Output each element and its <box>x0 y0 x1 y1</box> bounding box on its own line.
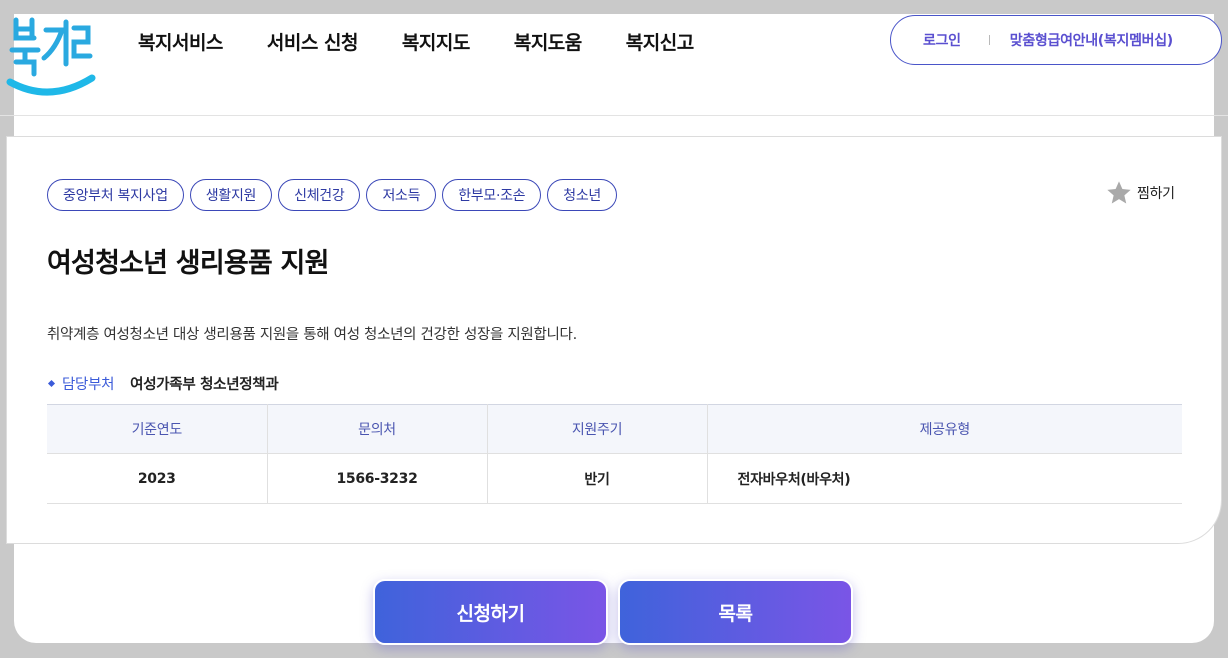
apply-button[interactable]: 신청하기 <box>373 579 608 645</box>
tag-central-ministry[interactable]: 중앙부처 복지사업 <box>47 179 184 211</box>
wish-button[interactable]: 찜하기 <box>1105 179 1175 207</box>
nav-welfare-help[interactable]: 복지도움 <box>514 28 582 55</box>
header-base-year: 기준연도 <box>47 404 268 454</box>
main-nav: 복지서비스 서비스 신청 복지지도 복지도움 복지신고 <box>138 28 738 55</box>
service-title: 여성청소년 생리용품 지원 <box>47 248 329 279</box>
service-description: 취약계층 여성청소년 대상 생리용품 지원을 통해 여성 청소년의 건강한 성장… <box>47 327 577 343</box>
cell-base-year: 2023 <box>47 453 268 504</box>
category-tags: 중앙부처 복지사업 생활지원 신체건강 저소득 한부모·조손 청소년 <box>47 179 618 211</box>
header-support-cycle: 지원주기 <box>487 404 708 454</box>
header-provision-type: 제공유형 <box>707 404 1182 454</box>
table-row: 2023 1566-3232 반기 전자바우처(바우처) <box>47 453 1182 504</box>
membership-link[interactable]: 맞춤형급여안내(복지멤버십) <box>1010 30 1173 50</box>
tag-physical-health[interactable]: 신체건강 <box>278 179 361 211</box>
bullet-icon <box>47 379 56 388</box>
nav-welfare-services[interactable]: 복지서비스 <box>138 28 223 55</box>
cell-provision-type: 전자바우처(바우처) <box>707 453 1182 504</box>
star-icon <box>1107 181 1131 204</box>
nav-welfare-map[interactable]: 복지지도 <box>402 28 470 55</box>
utility-menu: 로그인 맞춤형급여안내(복지멤버십) <box>890 15 1222 65</box>
tag-living-support[interactable]: 생활지원 <box>189 179 273 211</box>
tag-low-income[interactable]: 저소득 <box>366 179 437 211</box>
wish-label: 찜하기 <box>1137 186 1175 202</box>
tag-single-parent[interactable]: 한부모·조손 <box>442 179 542 211</box>
cell-contact: 1566-3232 <box>267 453 488 504</box>
utility-separator <box>988 35 990 45</box>
department-info: 담당부처 여성가족부 청소년정책과 <box>47 373 279 394</box>
header-contact: 문의처 <box>267 404 488 454</box>
site-header: 복지서비스 서비스 신청 복지지도 복지도움 복지신고 로그인 맞춤형급여안내(… <box>0 0 1228 116</box>
department-label: 담당부처 <box>62 377 115 393</box>
login-link[interactable]: 로그인 <box>923 30 961 50</box>
list-button[interactable]: 목록 <box>618 579 853 645</box>
service-info-table: 기준연도 문의처 지원주기 제공유형 2023 1566-3232 반기 전자바… <box>47 404 1182 504</box>
cell-support-cycle: 반기 <box>487 453 708 504</box>
nav-welfare-report[interactable]: 복지신고 <box>626 28 694 55</box>
tag-youth[interactable]: 청소년 <box>547 179 618 211</box>
table-header-row: 기준연도 문의처 지원주기 제공유형 <box>47 404 1182 454</box>
service-detail-card: 중앙부처 복지사업 생활지원 신체건강 저소득 한부모·조손 청소년 찜하기 여… <box>6 136 1222 544</box>
department-value: 여성가족부 청소년정책과 <box>130 377 279 393</box>
bokjiro-logo[interactable] <box>4 12 96 98</box>
nav-service-apply[interactable]: 서비스 신청 <box>267 28 359 55</box>
